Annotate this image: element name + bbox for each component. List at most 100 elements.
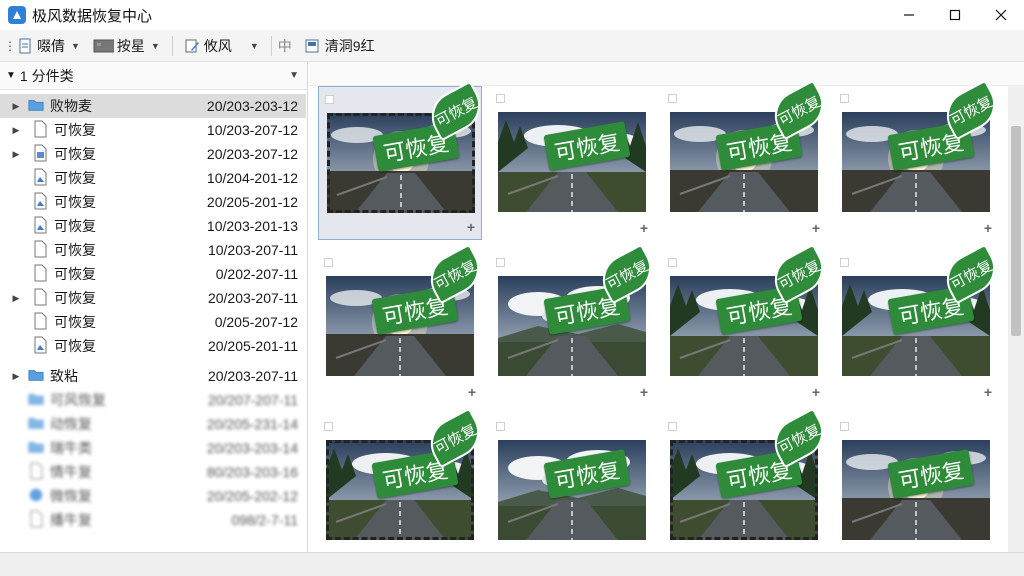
maximize-icon xyxy=(949,9,961,21)
tree-row[interactable]: 可恢复 0/202-207-11 xyxy=(0,262,306,286)
thumbnail-checkbox[interactable] xyxy=(668,422,677,431)
tree-row[interactable]: 情牛复 80/203-203-16 xyxy=(0,460,306,484)
chevron-down-icon[interactable]: ▼ xyxy=(71,41,80,51)
tree-row-name: 败物麦 xyxy=(50,98,92,114)
collapse-icon[interactable]: ▼ xyxy=(6,70,16,81)
tree-row[interactable]: 可恢复 10/203-201-13 xyxy=(0,214,306,238)
maximize-button[interactable] xyxy=(932,0,978,30)
minimize-button[interactable] xyxy=(886,0,932,30)
tree-row[interactable]: 动恢复 20/205-231-14 xyxy=(0,412,306,436)
add-icon[interactable]: + xyxy=(640,384,648,400)
add-icon[interactable]: + xyxy=(467,219,475,235)
tree-row[interactable]: ▶ 败物麦 20/203-203-12 xyxy=(0,94,306,118)
thumbnail-item[interactable]: 可恢复可恢复+ xyxy=(662,79,833,240)
tree-row[interactable]: ▶ 可恢复 20/203-207-11 xyxy=(0,286,306,310)
add-icon[interactable]: + xyxy=(640,220,648,236)
thumbnail-item[interactable]: 可恢复可恢复+ xyxy=(662,407,833,568)
thumbnail-checkbox[interactable] xyxy=(668,258,677,267)
thumbnail-checkbox[interactable] xyxy=(668,94,677,103)
tree-row-date: 20/207-207-11 xyxy=(207,392,298,408)
chevron-down-icon[interactable]: ▼ xyxy=(289,70,299,81)
thumbnail-checkbox[interactable] xyxy=(324,258,333,267)
tree-row-date: 20/203-207-12 xyxy=(206,146,298,162)
file-tree-header[interactable]: ▼ 1 分件类 ▼ xyxy=(0,62,307,90)
thumbnail-grid: 可恢复 可恢复 + 可恢复 + 可恢复 可恢复 + 可恢复 可恢复 + 可恢复 可恢复 + 可恢复 可恢复 + 可… xyxy=(318,79,1008,564)
tree-row-date: 10/204-201-12 xyxy=(206,170,298,186)
thumbnail-item[interactable]: 可恢复+ xyxy=(490,86,654,240)
tree-row[interactable]: ▶ 致粘 20/203-207-11 xyxy=(0,364,306,388)
tree-row[interactable]: 可恢复 10/203-207-11 xyxy=(0,238,306,262)
tree-row[interactable]: 可风恢复 20/207-207-11 xyxy=(0,388,306,412)
thumbnail-checkbox[interactable] xyxy=(496,258,505,267)
folder-icon xyxy=(28,438,50,459)
image-file-icon xyxy=(32,192,54,213)
vertical-scrollbar[interactable] xyxy=(1008,86,1024,552)
thumbnail-item[interactable]: 可恢复可恢复+ xyxy=(834,243,1005,404)
file-icon xyxy=(28,462,50,483)
add-icon[interactable]: + xyxy=(812,220,820,236)
status-bar xyxy=(0,552,1024,576)
scrollbar-thumb[interactable] xyxy=(1011,126,1021,336)
thumbnail-item[interactable]: 可恢复可恢复+ xyxy=(490,243,661,404)
file-tree-header-label: 1 分件类 xyxy=(19,67,74,84)
file-icon xyxy=(32,288,54,309)
thumbnail-item[interactable]: 可恢复+ xyxy=(834,414,998,568)
close-button[interactable] xyxy=(978,0,1024,30)
tree-row-date: 20/203-203-14 xyxy=(206,440,298,456)
toolbar-button-1[interactable]: 啜倩 ▼ xyxy=(12,33,84,59)
chevron-down-icon[interactable]: ▼ xyxy=(250,41,259,51)
thumbnail-checkbox[interactable] xyxy=(840,258,849,267)
tree-row[interactable]: 可恢复 10/204-201-12 xyxy=(0,166,306,190)
thumbnail-item[interactable]: 可恢复可恢复+ xyxy=(318,80,490,240)
tree-row-date: 0/205-207-12 xyxy=(214,314,298,330)
file-icon xyxy=(32,264,54,285)
tree-row[interactable]: 可恢复 20/205-201-11 xyxy=(0,334,306,358)
expand-icon[interactable]: ▶ xyxy=(10,149,22,160)
preview-button-label: 清洞9红 xyxy=(324,37,375,54)
thumbnail-item[interactable]: 可恢复可恢复+ xyxy=(834,79,1005,240)
thumbnail-item[interactable]: 可恢复可恢复+ xyxy=(662,243,833,404)
file-tree-panel: ▼ 1 分件类 ▼ ▶ 败物麦 20/203-203-12 ▶ 可恢复 10/203-20… xyxy=(0,62,308,552)
add-icon[interactable]: + xyxy=(812,384,820,400)
thumbnail-item[interactable]: 可恢复可恢复+ xyxy=(318,407,489,568)
thumbnail-checkbox[interactable] xyxy=(840,94,849,103)
expand-icon[interactable]: ▶ xyxy=(10,125,22,136)
preview-button[interactable]: 清洞9红 xyxy=(300,33,379,59)
tree-row[interactable]: 微恢复 20/205-202-12 xyxy=(0,484,306,508)
toolbar-button-2[interactable]: 按星 ▼ xyxy=(86,33,164,59)
tree-row[interactable]: 可恢复 20/205-201-12 xyxy=(0,190,306,214)
toolbar-separator xyxy=(270,35,272,56)
tree-row[interactable]: 瑞牛类 20/203-203-14 xyxy=(0,436,306,460)
tree-row-date: 10/203-207-12 xyxy=(206,122,298,138)
globe-icon xyxy=(28,486,50,507)
folder-icon xyxy=(28,96,50,117)
thumbnail-checkbox[interactable] xyxy=(325,95,334,104)
tree-row-name: 致粘 xyxy=(50,368,78,384)
thumbnail-checkbox[interactable] xyxy=(840,422,849,431)
add-icon[interactable]: + xyxy=(468,384,476,400)
folder-icon xyxy=(28,390,50,411)
tree-row[interactable]: 播牛复 098/2-7-11 xyxy=(0,508,306,532)
thumbnail-checkbox[interactable] xyxy=(496,422,505,431)
tree-row-date: 20/205-201-11 xyxy=(207,338,298,354)
file-icon xyxy=(32,120,54,141)
expand-icon[interactable]: ▶ xyxy=(10,101,22,112)
add-icon[interactable]: + xyxy=(984,384,992,400)
tree-row[interactable]: ▶ 可恢复 20/203-207-12 xyxy=(0,142,306,166)
window-title: 极风数据恢复中心 xyxy=(32,7,153,25)
title-bar: 极风数据恢复中心 xyxy=(0,0,1024,30)
thumbnail-item[interactable]: 可恢复+ xyxy=(490,414,654,568)
thumbnail-item[interactable]: 可恢复可恢复+ xyxy=(318,243,489,404)
toolbar-grip-icon[interactable]: ⋮ xyxy=(4,39,16,53)
tree-row-name: 可恢复 xyxy=(54,194,96,210)
add-icon[interactable]: + xyxy=(984,220,992,236)
tree-row[interactable]: ▶ 可恢复 10/203-207-12 xyxy=(0,118,306,142)
thumbnail-checkbox[interactable] xyxy=(496,94,505,103)
tree-row-date: 10/203-207-11 xyxy=(207,242,298,258)
tree-row[interactable]: 可恢复 0/205-207-12 xyxy=(0,310,306,334)
expand-icon[interactable]: ▶ xyxy=(10,371,22,382)
thumbnail-checkbox[interactable] xyxy=(324,422,333,431)
toolbar-button-3[interactable]: 攸风 ▼ xyxy=(179,33,263,59)
chevron-down-icon[interactable]: ▼ xyxy=(151,41,160,51)
expand-icon[interactable]: ▶ xyxy=(10,293,22,304)
